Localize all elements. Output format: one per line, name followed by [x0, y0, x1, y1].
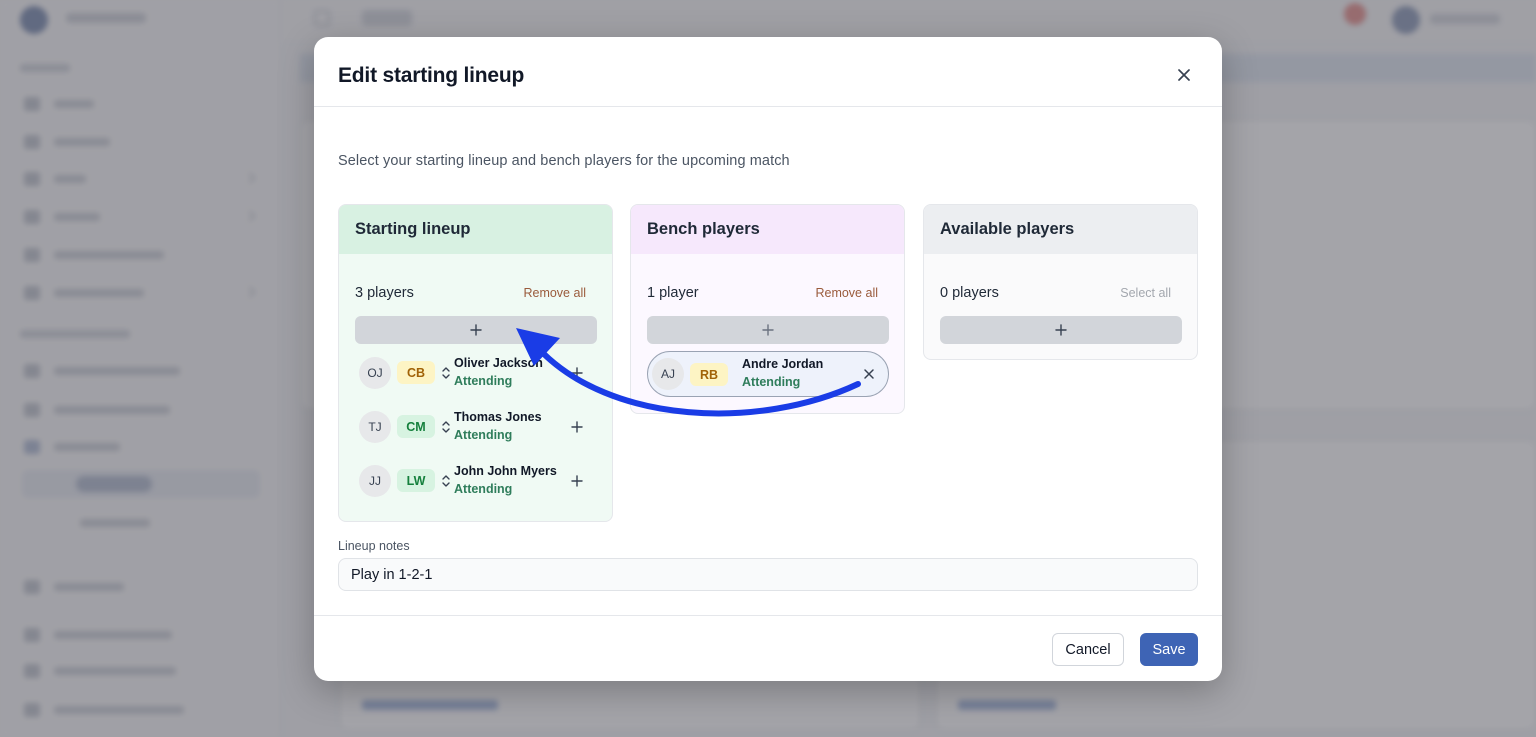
plus-icon [470, 324, 482, 336]
available-add-player-button[interactable] [940, 316, 1182, 344]
reorder-icon[interactable] [441, 365, 451, 381]
remove-player-icon[interactable] [862, 367, 876, 381]
bench-player-card[interactable]: AJ RB Andre Jordan Attending [647, 351, 889, 397]
starting-player-row[interactable]: OJ CB Oliver Jackson Attending [359, 353, 599, 393]
lineup-notes-label: Lineup notes [338, 539, 410, 553]
available-players-column: Available players 0 players Select all [923, 204, 1198, 360]
player-avatar: TJ [359, 411, 391, 443]
edit-lineup-dialog: Edit starting lineup Select your startin… [314, 37, 1222, 681]
starting-lineup-count: 3 players [355, 285, 414, 301]
player-status: Attending [454, 374, 513, 388]
reorder-icon[interactable] [441, 473, 451, 489]
lineup-notes-input[interactable] [338, 558, 1198, 591]
plus-icon[interactable] [569, 365, 585, 381]
plus-icon[interactable] [569, 473, 585, 489]
dialog-title: Edit starting lineup [338, 64, 525, 87]
close-icon [1178, 69, 1190, 81]
player-name: Andre Jordan [742, 357, 824, 371]
available-players-title: Available players [924, 205, 1197, 254]
bench-players-column: Bench players 1 player Remove all AJ RB … [630, 204, 905, 414]
available-players-count: 0 players [940, 285, 999, 301]
player-name: John John Myers [454, 464, 557, 478]
dialog-description: Select your starting lineup and bench pl… [338, 153, 790, 169]
player-avatar: AJ [652, 358, 684, 390]
player-status: Attending [454, 428, 513, 442]
starting-lineup-title: Starting lineup [339, 205, 612, 254]
save-button[interactable]: Save [1140, 633, 1198, 666]
plus-icon [1055, 324, 1067, 336]
plus-icon [762, 324, 774, 336]
starting-remove-all-button[interactable]: Remove all [523, 286, 586, 300]
reorder-icon[interactable] [441, 419, 451, 435]
bench-add-player-button[interactable] [647, 316, 889, 344]
position-badge: LW [397, 469, 435, 492]
dialog-header: Edit starting lineup [314, 37, 1222, 107]
position-badge: RB [690, 363, 728, 386]
player-avatar: JJ [359, 465, 391, 497]
player-status: Attending [742, 375, 801, 389]
close-button[interactable] [1176, 67, 1192, 83]
dialog-footer: Cancel Save [314, 615, 1222, 681]
bench-players-title: Bench players [631, 205, 904, 254]
position-badge: CB [397, 361, 435, 384]
starting-add-player-button[interactable] [355, 316, 597, 344]
player-status: Attending [454, 482, 513, 496]
select-all-button[interactable]: Select all [1120, 286, 1171, 300]
starting-player-row[interactable]: JJ LW John John Myers Attending [359, 461, 599, 501]
bench-players-count: 1 player [647, 285, 699, 301]
cancel-button[interactable]: Cancel [1052, 633, 1124, 666]
starting-lineup-column: Starting lineup 3 players Remove all OJ … [338, 204, 613, 522]
player-name: Thomas Jones [454, 410, 542, 424]
player-avatar: OJ [359, 357, 391, 389]
player-name: Oliver Jackson [454, 356, 543, 370]
position-badge: CM [397, 415, 435, 438]
bench-remove-all-button[interactable]: Remove all [815, 286, 878, 300]
starting-player-row[interactable]: TJ CM Thomas Jones Attending [359, 407, 599, 447]
plus-icon[interactable] [569, 419, 585, 435]
